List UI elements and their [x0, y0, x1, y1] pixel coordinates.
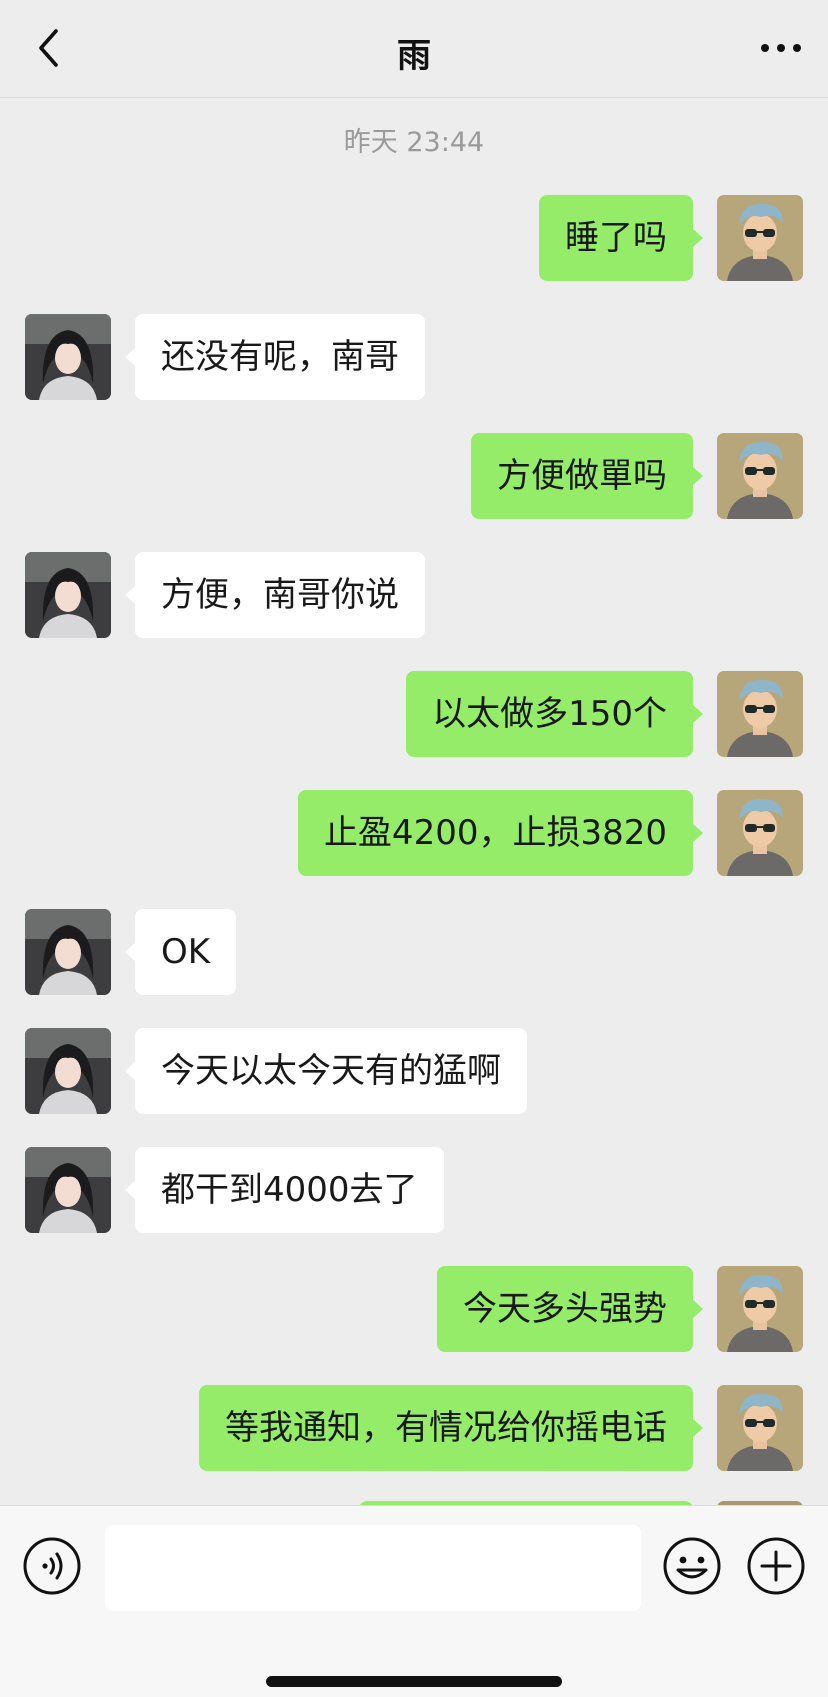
sent-message-bubble[interactable]: 止盈4200，止损3820 — [297, 790, 704, 876]
contact-avatar[interactable] — [25, 314, 111, 400]
my-avatar[interactable] — [717, 790, 803, 876]
my-avatar[interactable] — [717, 433, 803, 519]
message-row-received: 方便，南哥你说 — [0, 552, 828, 638]
plus-button[interactable] — [746, 1536, 806, 1596]
contact-avatar[interactable] — [25, 1147, 111, 1233]
plus-icon — [747, 1537, 805, 1595]
more-button[interactable] — [756, 30, 806, 66]
home-indicator — [266, 1676, 562, 1687]
message-row-sent: 睡了吗 — [0, 195, 828, 281]
message-row-sent: 今天多头强势 — [0, 1266, 828, 1352]
voice-button[interactable] — [22, 1536, 82, 1596]
message-row-sent: 止盈4200，止损3820 — [0, 790, 828, 876]
received-message-bubble[interactable]: OK — [124, 909, 237, 995]
received-message-bubble[interactable]: 都干到4000去了 — [125, 1147, 444, 1233]
sent-message-bubble[interactable]: 方便做單吗 — [471, 433, 703, 519]
chat-title: 雨 — [397, 36, 431, 76]
received-message-bubble[interactable]: 方便，南哥你说 — [125, 552, 425, 638]
message-row-sent: 以太做多150个 — [0, 671, 828, 757]
sent-message-bubble[interactable]: 睡了吗 — [539, 195, 703, 281]
message-row-received: 都干到4000去了 — [0, 1147, 828, 1233]
my-avatar[interactable] — [717, 195, 803, 281]
message-row-received: 还没有呢，南哥 — [0, 314, 828, 400]
my-avatar[interactable] — [717, 1385, 803, 1471]
contact-avatar[interactable] — [25, 1028, 111, 1114]
input-bar — [0, 1505, 828, 1697]
emoji-button[interactable] — [662, 1536, 722, 1596]
received-message-bubble[interactable]: 今天以太今天有的猛啊 — [125, 1028, 527, 1114]
more-dots-icon — [761, 44, 801, 52]
message-row-sent: 等我通知，有情况给你摇电话 — [0, 1385, 828, 1471]
sent-message-bubble[interactable]: 等我通知，有情况给你摇电话 — [199, 1385, 703, 1471]
message-row-sent: 方便做單吗 — [0, 433, 828, 519]
chat-header: 雨 — [0, 0, 828, 98]
emoji-icon — [663, 1537, 721, 1595]
my-avatar[interactable] — [717, 671, 803, 757]
message-row-received: 今天以太今天有的猛啊 — [0, 1028, 828, 1114]
sent-message-bubble[interactable]: 今天多头强势 — [437, 1266, 703, 1352]
sent-message-bubble[interactable]: 以太做多150个 — [406, 671, 703, 757]
message-row-received: OK — [0, 909, 828, 995]
contact-avatar[interactable] — [25, 552, 111, 638]
message-timestamp: 昨天 23:44 — [343, 127, 485, 158]
voice-icon — [23, 1537, 81, 1595]
message-input[interactable] — [105, 1525, 641, 1611]
my-avatar[interactable] — [717, 1266, 803, 1352]
contact-avatar[interactable] — [25, 909, 111, 995]
message-list[interactable]: 昨天 23:44 睡了吗 还没有呢，南哥 方便做單吗 方便，南哥你说 以太做多1… — [0, 0, 828, 1505]
received-message-bubble[interactable]: 还没有呢，南哥 — [125, 314, 425, 400]
